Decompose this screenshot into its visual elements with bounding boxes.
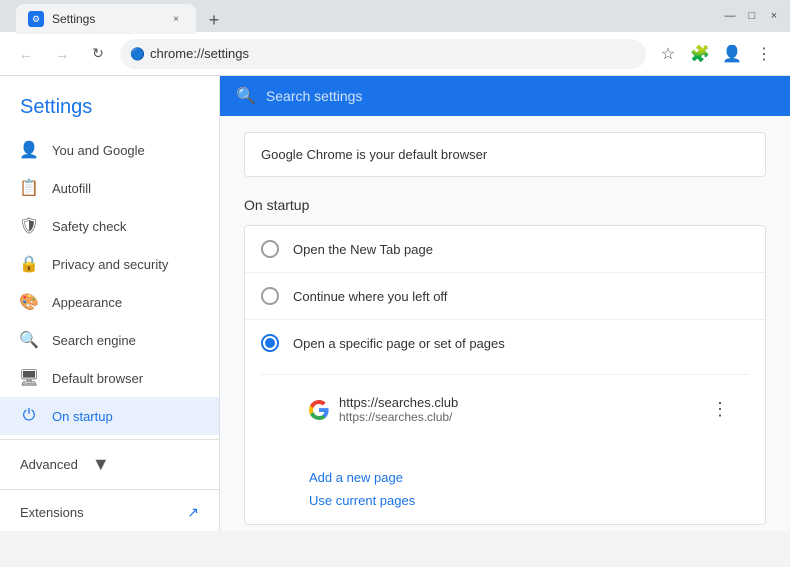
- startup-page-sub-url: https://searches.club/: [339, 410, 697, 424]
- back-button[interactable]: ←: [12, 40, 40, 68]
- on-startup-section-title: On startup: [244, 197, 766, 213]
- sidebar-item-safety-check[interactable]: 🛡 Safety check: [0, 207, 219, 245]
- default-browser-box: Google Chrome is your default browser: [244, 132, 766, 177]
- sidebar-item-search-engine[interactable]: 🔍 Search engine: [0, 321, 219, 359]
- sidebar-label-search: Search engine: [52, 333, 136, 348]
- person-icon: 👤: [20, 141, 38, 159]
- maximize-button[interactable]: □: [744, 8, 760, 24]
- radio-circle-continue: [261, 287, 279, 305]
- sidebar-label-privacy: Privacy and security: [52, 257, 168, 272]
- google-g-icon: [309, 400, 329, 420]
- address-input[interactable]: [120, 39, 646, 69]
- extensions-button[interactable]: 🧩: [686, 40, 714, 68]
- default-browser-text: Google Chrome is your default browser: [261, 147, 487, 162]
- radio-continue[interactable]: Continue where you left off: [245, 273, 765, 320]
- sidebar-extensions[interactable]: Extensions ↗: [0, 494, 219, 531]
- palette-icon: 🎨: [20, 293, 38, 311]
- site-info-icon: 🔵: [130, 47, 145, 61]
- tab-favicon: ⚙: [28, 11, 44, 27]
- startup-pages-section: https://searches.club https://searches.c…: [261, 374, 749, 448]
- tab-title: Settings: [52, 12, 160, 26]
- bookmark-button[interactable]: ☆: [654, 40, 682, 68]
- external-link-icon: ↗: [187, 504, 199, 521]
- sidebar-item-privacy-security[interactable]: 🔒 Privacy and security: [0, 245, 219, 283]
- sidebar-label-safety-check: Safety check: [52, 219, 126, 234]
- radio-new-tab[interactable]: Open the New Tab page: [245, 226, 765, 273]
- chevron-down-icon: ▼: [92, 454, 110, 475]
- power-icon: ⏻: [20, 407, 38, 425]
- search-icon-white: 🔍: [236, 86, 256, 106]
- window-controls: — □ ×: [722, 8, 782, 24]
- lock-icon: 🔒: [20, 255, 38, 273]
- title-bar: ⚙ Settings × + — □ ×: [0, 0, 790, 32]
- settings-tab[interactable]: ⚙ Settings ×: [16, 4, 196, 34]
- sidebar-advanced[interactable]: Advanced ▼: [0, 444, 219, 485]
- content-inner: Google Chrome is your default browser On…: [220, 116, 790, 531]
- toolbar-icons: ☆ 🧩 👤 ⋮: [654, 40, 778, 68]
- forward-button[interactable]: →: [48, 40, 76, 68]
- search-icon: 🔍: [20, 331, 38, 349]
- startup-options-card: Open the New Tab page Continue where you…: [244, 225, 766, 525]
- sidebar-label-you-and-google: You and Google: [52, 143, 145, 158]
- search-bar: 🔍: [220, 76, 790, 116]
- sidebar-extensions-label: Extensions: [20, 505, 84, 520]
- search-settings-input[interactable]: [266, 88, 774, 104]
- radio-label-continue: Continue where you left off: [293, 289, 447, 304]
- main-layout: Settings 👤 You and Google 📋 Autofill 🛡 S…: [0, 76, 790, 531]
- advanced-section: Advanced ▼: [244, 525, 766, 531]
- use-current-pages-link[interactable]: Use current pages: [309, 493, 415, 508]
- sidebar: Settings 👤 You and Google 📋 Autofill 🛡 S…: [0, 76, 220, 531]
- sidebar-divider: [0, 439, 219, 440]
- reload-button[interactable]: ↻: [84, 40, 112, 68]
- radio-specific-pages[interactable]: Open a specific page or set of pages: [245, 320, 765, 524]
- sidebar-item-autofill[interactable]: 📋 Autofill: [0, 169, 219, 207]
- sidebar-label-default-browser: Default browser: [52, 371, 143, 386]
- startup-page-url: https://searches.club: [339, 395, 697, 410]
- profile-button[interactable]: 👤: [718, 40, 746, 68]
- minimize-button[interactable]: —: [722, 8, 738, 24]
- sidebar-advanced-label: Advanced: [20, 457, 78, 472]
- startup-page-more-button[interactable]: ⋮: [707, 395, 733, 424]
- startup-page-info: https://searches.club https://searches.c…: [339, 395, 697, 424]
- radio-circle-new-tab: [261, 240, 279, 258]
- action-links: Add a new page Use current pages: [261, 462, 431, 524]
- startup-page-item: https://searches.club https://searches.c…: [309, 387, 733, 432]
- content-area: 🔍 Google Chrome is your default browser …: [220, 76, 790, 531]
- address-bar: ← → ↻ 🔵 ☆ 🧩 👤 ⋮: [0, 32, 790, 76]
- sidebar-label-on-startup: On startup: [52, 409, 113, 424]
- sidebar-title: Settings: [0, 76, 219, 131]
- monitor-icon: 🖥: [20, 369, 38, 387]
- close-button[interactable]: ×: [766, 8, 782, 24]
- address-input-wrap: 🔵: [120, 39, 646, 69]
- radio-circle-specific-pages: [261, 334, 279, 352]
- new-tab-button[interactable]: +: [200, 6, 228, 34]
- sidebar-item-you-and-google[interactable]: 👤 You and Google: [0, 131, 219, 169]
- radio-label-new-tab: Open the New Tab page: [293, 242, 433, 257]
- add-new-page-link[interactable]: Add a new page: [309, 470, 415, 485]
- sidebar-item-default-browser[interactable]: 🖥 Default browser: [0, 359, 219, 397]
- radio-label-specific-pages: Open a specific page or set of pages: [293, 336, 505, 351]
- sidebar-label-autofill: Autofill: [52, 181, 91, 196]
- menu-button[interactable]: ⋮: [750, 40, 778, 68]
- tab-close-button[interactable]: ×: [168, 11, 184, 27]
- sidebar-item-appearance[interactable]: 🎨 Appearance: [0, 283, 219, 321]
- sidebar-label-appearance: Appearance: [52, 295, 122, 310]
- autofill-icon: 📋: [20, 179, 38, 197]
- shield-icon: 🛡: [20, 217, 38, 235]
- sidebar-divider-2: [0, 489, 219, 490]
- sidebar-item-on-startup[interactable]: ⏻ On startup: [0, 397, 219, 435]
